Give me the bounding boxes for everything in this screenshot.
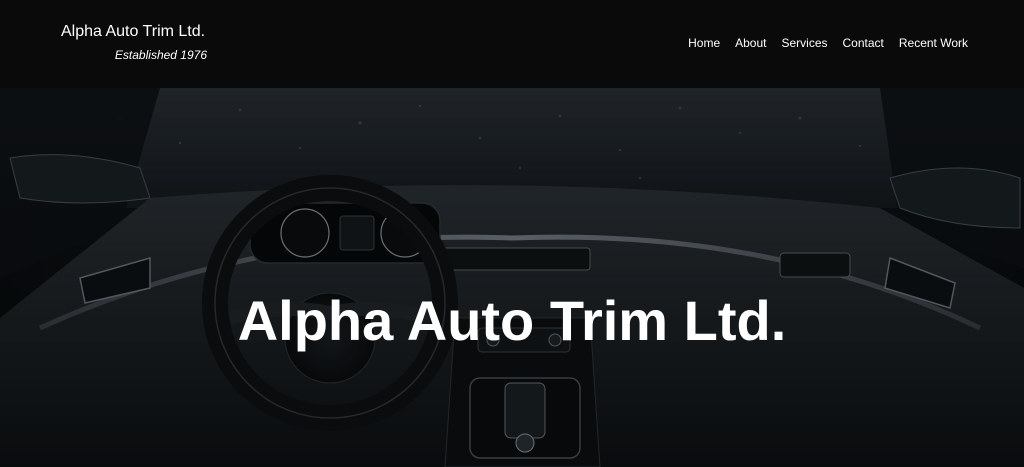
brand[interactable]: Alpha Auto Trim Ltd. Established 1976 (61, 22, 211, 63)
dashboard-background-image (0, 88, 1024, 467)
nav-services-link[interactable]: Services (781, 35, 827, 51)
brand-name[interactable]: Alpha Auto Trim Ltd. (61, 22, 211, 42)
nav-home-link[interactable]: Home (688, 35, 720, 51)
nav-recent-work-link[interactable]: Recent Work (899, 35, 968, 51)
hero-section: Alpha Auto Trim Ltd. (0, 88, 1024, 467)
nav-contact-link[interactable]: Contact (843, 35, 884, 51)
main-nav: Home About Services Contact Recent Work (688, 35, 968, 51)
nav-about-link[interactable]: About (735, 35, 766, 51)
brand-tagline: Established 1976 (114, 48, 207, 62)
site-header: Alpha Auto Trim Ltd. Established 1976 Ho… (0, 0, 1024, 88)
page: Alpha Auto Trim Ltd. Established 1976 Ho… (0, 0, 1024, 467)
hero-title: Alpha Auto Trim Ltd. (237, 288, 787, 352)
